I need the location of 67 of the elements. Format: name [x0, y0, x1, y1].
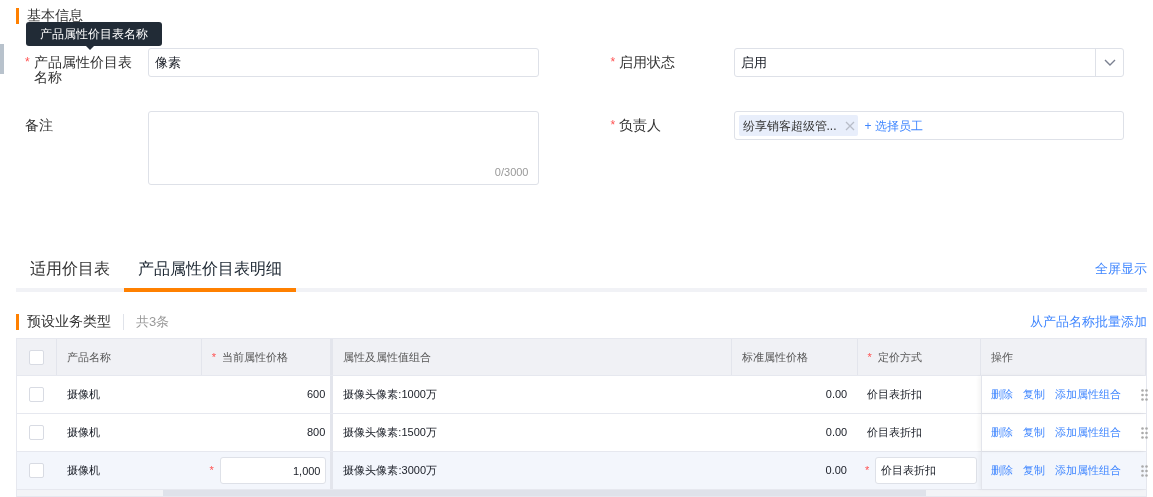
- table-cell-text: 摄像头像素:1000万: [343, 387, 437, 403]
- table-cell-text: 摄像头像素:3000万: [343, 463, 437, 479]
- collapse-handle[interactable]: [0, 44, 4, 74]
- price-input[interactable]: 1,000: [219, 457, 327, 484]
- required-mark: *: [867, 349, 872, 365]
- tab[interactable]: 产品属性价目表明细: [124, 249, 296, 292]
- column-header: 产品名称: [66, 349, 111, 365]
- textarea-field[interactable]: 0/3000: [148, 111, 539, 185]
- row-checkbox[interactable]: [29, 463, 45, 478]
- action-link[interactable]: 复制: [1023, 424, 1045, 441]
- batch-add-link[interactable]: 从产品名称批量添加: [1030, 311, 1147, 332]
- action-link[interactable]: 复制: [1023, 386, 1045, 403]
- select-field[interactable]: 启用: [733, 48, 1124, 77]
- drag-handle-icon[interactable]: [1141, 426, 1148, 439]
- section-marker: [16, 313, 19, 330]
- column-header: 当前属性价格: [221, 349, 288, 365]
- record-count: 共3条: [136, 312, 170, 331]
- action-link[interactable]: 复制: [1023, 462, 1045, 479]
- select-all-checkbox[interactable]: [28, 349, 44, 365]
- table-cell-text: 摄像机: [66, 463, 100, 479]
- field-label: 启用状态: [619, 55, 677, 70]
- table-cell-text: 0.00: [825, 463, 847, 479]
- table-cell-text: 摄像机: [66, 387, 100, 403]
- column-header: 属性及属性值组合: [343, 349, 432, 365]
- action-link[interactable]: 删除: [991, 424, 1013, 441]
- table-cell-text: 800: [307, 425, 326, 441]
- close-icon[interactable]: [844, 120, 855, 131]
- table-cell-text: 600: [307, 387, 326, 403]
- required-mark: *: [610, 55, 616, 70]
- column-header: 标准属性价格: [741, 349, 808, 365]
- section-marker: [16, 8, 19, 24]
- drag-handle-icon[interactable]: [1141, 388, 1148, 401]
- select-employee-link[interactable]: + 选择员工: [864, 116, 923, 135]
- subsection-title: 预设业务类型: [27, 312, 111, 331]
- field-label: 负责人: [619, 118, 663, 133]
- action-link[interactable]: 删除: [991, 462, 1013, 479]
- row-checkbox[interactable]: [29, 425, 45, 440]
- tab[interactable]: 适用价目表: [16, 249, 124, 292]
- required-mark: *: [25, 55, 30, 70]
- action-link[interactable]: 添加属性组合: [1055, 462, 1121, 479]
- drag-handle-icon[interactable]: [1141, 464, 1148, 477]
- required-mark: *: [610, 118, 616, 133]
- employee-tag: 纷享销客超级管...: [738, 115, 858, 136]
- required-mark: *: [211, 349, 216, 365]
- field-label: 备注: [25, 118, 54, 133]
- action-link[interactable]: 删除: [991, 386, 1013, 403]
- table-cell-text: 0.00: [825, 425, 848, 441]
- character-counter: 0/3000: [494, 164, 529, 180]
- column-header: 定价方式: [877, 349, 922, 365]
- text-field[interactable]: 像素: [148, 48, 539, 77]
- field-label: 产品属性价目表名称: [33, 55, 133, 85]
- pricing-method-field[interactable]: 价目表折扣: [875, 457, 977, 484]
- column-header: 操作: [991, 349, 1014, 365]
- table-cell-text: 0.00: [825, 387, 848, 403]
- people-field[interactable]: 纷享销客超级管... + 选择员工: [733, 111, 1124, 140]
- table-cell-text: 价目表折扣: [867, 387, 923, 403]
- action-link[interactable]: 添加属性组合: [1055, 424, 1121, 441]
- action-link[interactable]: 添加属性组合: [1055, 386, 1121, 403]
- section-title: 基本信息: [27, 8, 83, 22]
- row-checkbox[interactable]: [29, 387, 45, 402]
- table-cell-text: 摄像头像素:1500万: [343, 425, 437, 441]
- required-mark: *: [865, 463, 870, 479]
- required-mark: *: [209, 463, 214, 479]
- fullscreen-link[interactable]: 全屏显示: [1095, 258, 1147, 279]
- table-cell-text: 摄像机: [66, 425, 100, 441]
- chevron-down-icon: [1103, 58, 1116, 67]
- table-cell-text: 价目表折扣: [867, 425, 923, 441]
